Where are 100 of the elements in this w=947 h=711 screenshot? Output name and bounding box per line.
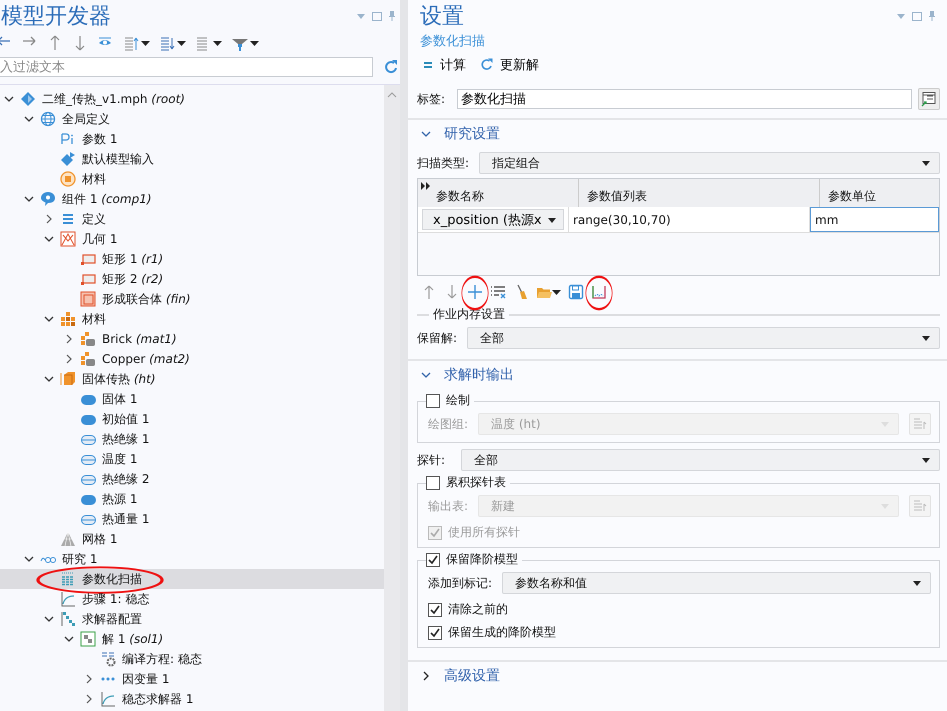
material-ball-icon bbox=[60, 171, 76, 187]
field-label: 探针: bbox=[417, 452, 446, 468]
note-button[interactable] bbox=[918, 88, 940, 110]
bracket-chart-icon[interactable] bbox=[591, 284, 607, 300]
check-mark-icon bbox=[429, 526, 441, 538]
filter-field[interactable]: 入过滤文本 bbox=[0, 57, 373, 77]
tree-item[interactable]: 步骤 1: 稳态 bbox=[0, 589, 384, 609]
dropdown[interactable]: x_position (热源x bbox=[422, 209, 564, 230]
panel-title: 模型开发器 bbox=[1, 3, 111, 31]
dropdown[interactable]: 全部 bbox=[467, 327, 940, 349]
tree-item[interactable]: 几何 1 bbox=[0, 229, 384, 249]
tree-item[interactable]: 矩形 1 (r1) bbox=[0, 249, 384, 269]
checkbox[interactable]: 绘制 bbox=[426, 392, 474, 409]
field-label: 扫描类型: bbox=[417, 154, 470, 172]
dropdown[interactable]: 参数名称和值 bbox=[502, 572, 931, 594]
material-icon bbox=[80, 351, 96, 367]
note-icon bbox=[921, 91, 937, 107]
caret-icon bbox=[921, 456, 931, 464]
field-label: 添加到标记: bbox=[428, 574, 492, 592]
tree-item[interactable]: 热源 1 bbox=[0, 489, 384, 509]
globe-icon bbox=[40, 111, 56, 127]
caret-icon bbox=[912, 579, 922, 587]
tree-item[interactable]: 稳态求解器 1 bbox=[0, 689, 384, 709]
label-field[interactable]: 参数化扫描 bbox=[457, 89, 912, 109]
gear-icon bbox=[100, 651, 116, 667]
tree-item[interactable]: 固体传热 (ht) bbox=[0, 369, 384, 389]
grid-icon bbox=[60, 311, 76, 327]
material-icon bbox=[80, 331, 96, 347]
tree-item[interactable]: 固体 1 bbox=[0, 389, 384, 409]
caret-icon bbox=[921, 334, 931, 342]
refresh-icon[interactable] bbox=[383, 59, 399, 75]
tree-item[interactable]: 热绝缘 1 bbox=[0, 429, 384, 449]
check-mark-icon bbox=[429, 626, 441, 638]
refresh-icon bbox=[480, 58, 494, 72]
tree-item[interactable]: 材料 bbox=[0, 309, 384, 329]
table-icon bbox=[913, 417, 927, 431]
dropdown[interactable]: 指定组合 bbox=[479, 152, 940, 174]
panel-title: 设置 bbox=[420, 3, 464, 31]
checkbox[interactable]: 累积探针表 bbox=[426, 474, 510, 491]
plus-icon[interactable] bbox=[467, 284, 483, 300]
union-icon bbox=[80, 291, 96, 307]
panel-subtitle: 参数化扫描 bbox=[420, 33, 486, 50]
diamond-arrow-icon bbox=[60, 151, 76, 167]
list-down-icon[interactable] bbox=[160, 35, 175, 51]
tree-item[interactable]: 热绝缘 2 bbox=[0, 469, 384, 489]
table-cell[interactable]: mm bbox=[810, 207, 939, 232]
equals-icon bbox=[422, 59, 434, 71]
tree-item[interactable]: 求解器配置 bbox=[0, 609, 384, 629]
list-icon bbox=[60, 211, 76, 227]
field-label: 标签: bbox=[417, 90, 446, 108]
curve-icon bbox=[100, 691, 116, 707]
tree-item[interactable]: 参数化扫描 bbox=[0, 569, 384, 589]
tree-item[interactable]: 热通量 1 bbox=[0, 509, 384, 529]
checkbox[interactable]: 保留降阶模型 bbox=[426, 551, 522, 568]
caret-icon bbox=[547, 216, 557, 224]
tree-item[interactable]: 解 1 (sol1) bbox=[0, 629, 384, 649]
action-button[interactable]: 更新解 bbox=[478, 56, 541, 74]
check-mark-icon bbox=[427, 554, 439, 566]
tree-item[interactable]: 研究 1 bbox=[0, 549, 384, 569]
diamond-icon bbox=[20, 91, 36, 107]
parameter-icon bbox=[60, 131, 76, 147]
triangle-frame-icon bbox=[60, 231, 76, 247]
steps-icon bbox=[60, 611, 76, 627]
triangle-icon bbox=[60, 531, 76, 547]
field-label: 保留解: bbox=[417, 330, 458, 346]
tree-item[interactable]: 全局定义 bbox=[0, 109, 384, 129]
tree-item[interactable]: Brick (mat1) bbox=[0, 329, 384, 349]
tree-item[interactable]: 因变量 1 bbox=[0, 669, 384, 689]
tree-item[interactable]: 材料 bbox=[0, 169, 384, 189]
dots-icon bbox=[100, 676, 116, 682]
tree-item[interactable]: 初始值 1 bbox=[0, 409, 384, 429]
scrollbar[interactable] bbox=[384, 85, 400, 711]
tree-item[interactable]: 矩形 2 (r2) bbox=[0, 269, 384, 289]
field-label: 输出表: bbox=[428, 498, 468, 514]
double-arrow-icon[interactable] bbox=[421, 182, 431, 190]
tree-item[interactable]: 定义 bbox=[0, 209, 384, 229]
section-header[interactable]: 研究设置 bbox=[420, 120, 940, 148]
caret-icon bbox=[921, 159, 931, 167]
tree-item[interactable]: Copper (mat2) bbox=[0, 349, 384, 369]
tree-item[interactable]: 网格 1 bbox=[0, 529, 384, 549]
table-icon bbox=[913, 499, 927, 513]
section-header[interactable]: 高级设置 bbox=[420, 662, 940, 690]
tree-item[interactable]: 二维_传热_v1.mph (root) bbox=[0, 89, 384, 109]
tree-item[interactable]: 形成联合体 (fin) bbox=[0, 289, 384, 309]
tree-item[interactable]: 编译方程: 稳态 bbox=[0, 649, 384, 669]
curve-icon bbox=[60, 591, 76, 607]
column-header[interactable]: 参数单位 bbox=[820, 179, 939, 207]
action-button[interactable]: 计算 bbox=[420, 56, 468, 74]
table-cell[interactable]: range(30,10,70) bbox=[569, 207, 810, 232]
speech-bubble-icon bbox=[40, 191, 56, 207]
tree-item[interactable]: 默认模型输入 bbox=[0, 149, 384, 169]
clear-list-icon[interactable] bbox=[490, 284, 506, 300]
check-mark-icon bbox=[429, 604, 441, 616]
solution-icon bbox=[80, 631, 96, 647]
field-label: 绘图组: bbox=[428, 416, 468, 432]
section-header[interactable]: 求解时输出 bbox=[420, 361, 940, 389]
tree-item[interactable]: 温度 1 bbox=[0, 449, 384, 469]
tree-item[interactable]: 参数 1 bbox=[0, 129, 384, 149]
tree-item[interactable]: 组件 1 (comp1) bbox=[0, 189, 384, 209]
dropdown[interactable]: 全部 bbox=[461, 449, 940, 471]
